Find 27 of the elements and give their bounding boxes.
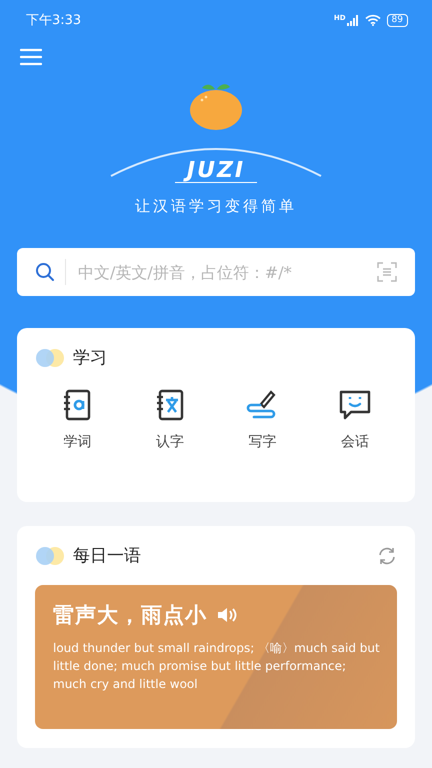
menu-icon[interactable]: [20, 48, 42, 66]
quote-translation: loud thunder but small raindrops; 〈喻〉much said but little done; much promise but little performance; much cry and little wool: [53, 640, 381, 693]
scan-icon[interactable]: [377, 262, 397, 282]
study-item[interactable]: 写字: [227, 389, 298, 451]
notebook-icon: [62, 389, 92, 421]
status-time: 下午3:33: [26, 12, 82, 29]
section-title: 每日一语: [73, 545, 141, 567]
signal-icon: [346, 14, 359, 26]
dots-icon: [35, 546, 65, 564]
search-field[interactable]: 中文/英文/拼音，占位符：#/*: [76, 262, 377, 282]
speaker-icon[interactable]: [217, 607, 237, 623]
pen-stroke-icon: [246, 389, 278, 421]
tagline: 让汉语学习变得简单: [135, 197, 297, 216]
battery-indicator: 89: [386, 14, 408, 26]
refresh-icon[interactable]: [377, 546, 397, 566]
chat-bubble-icon: [338, 389, 371, 421]
study-item[interactable]: 学词: [42, 389, 112, 451]
quote-phrase: 雷声大，雨点小: [53, 601, 207, 629]
study-item[interactable]: 认字: [134, 389, 205, 451]
study-item[interactable]: 会话: [320, 389, 390, 451]
dots-icon: [35, 348, 65, 366]
notebook-icon: [154, 389, 185, 421]
search-bar[interactable]: 中文/英文/拼音，占位符：#/*: [17, 248, 415, 296]
wifi-icon: [364, 14, 381, 26]
logo-text: JUZI: [174, 160, 258, 183]
search-icon: [35, 262, 55, 282]
section-title: 学习: [73, 347, 107, 369]
